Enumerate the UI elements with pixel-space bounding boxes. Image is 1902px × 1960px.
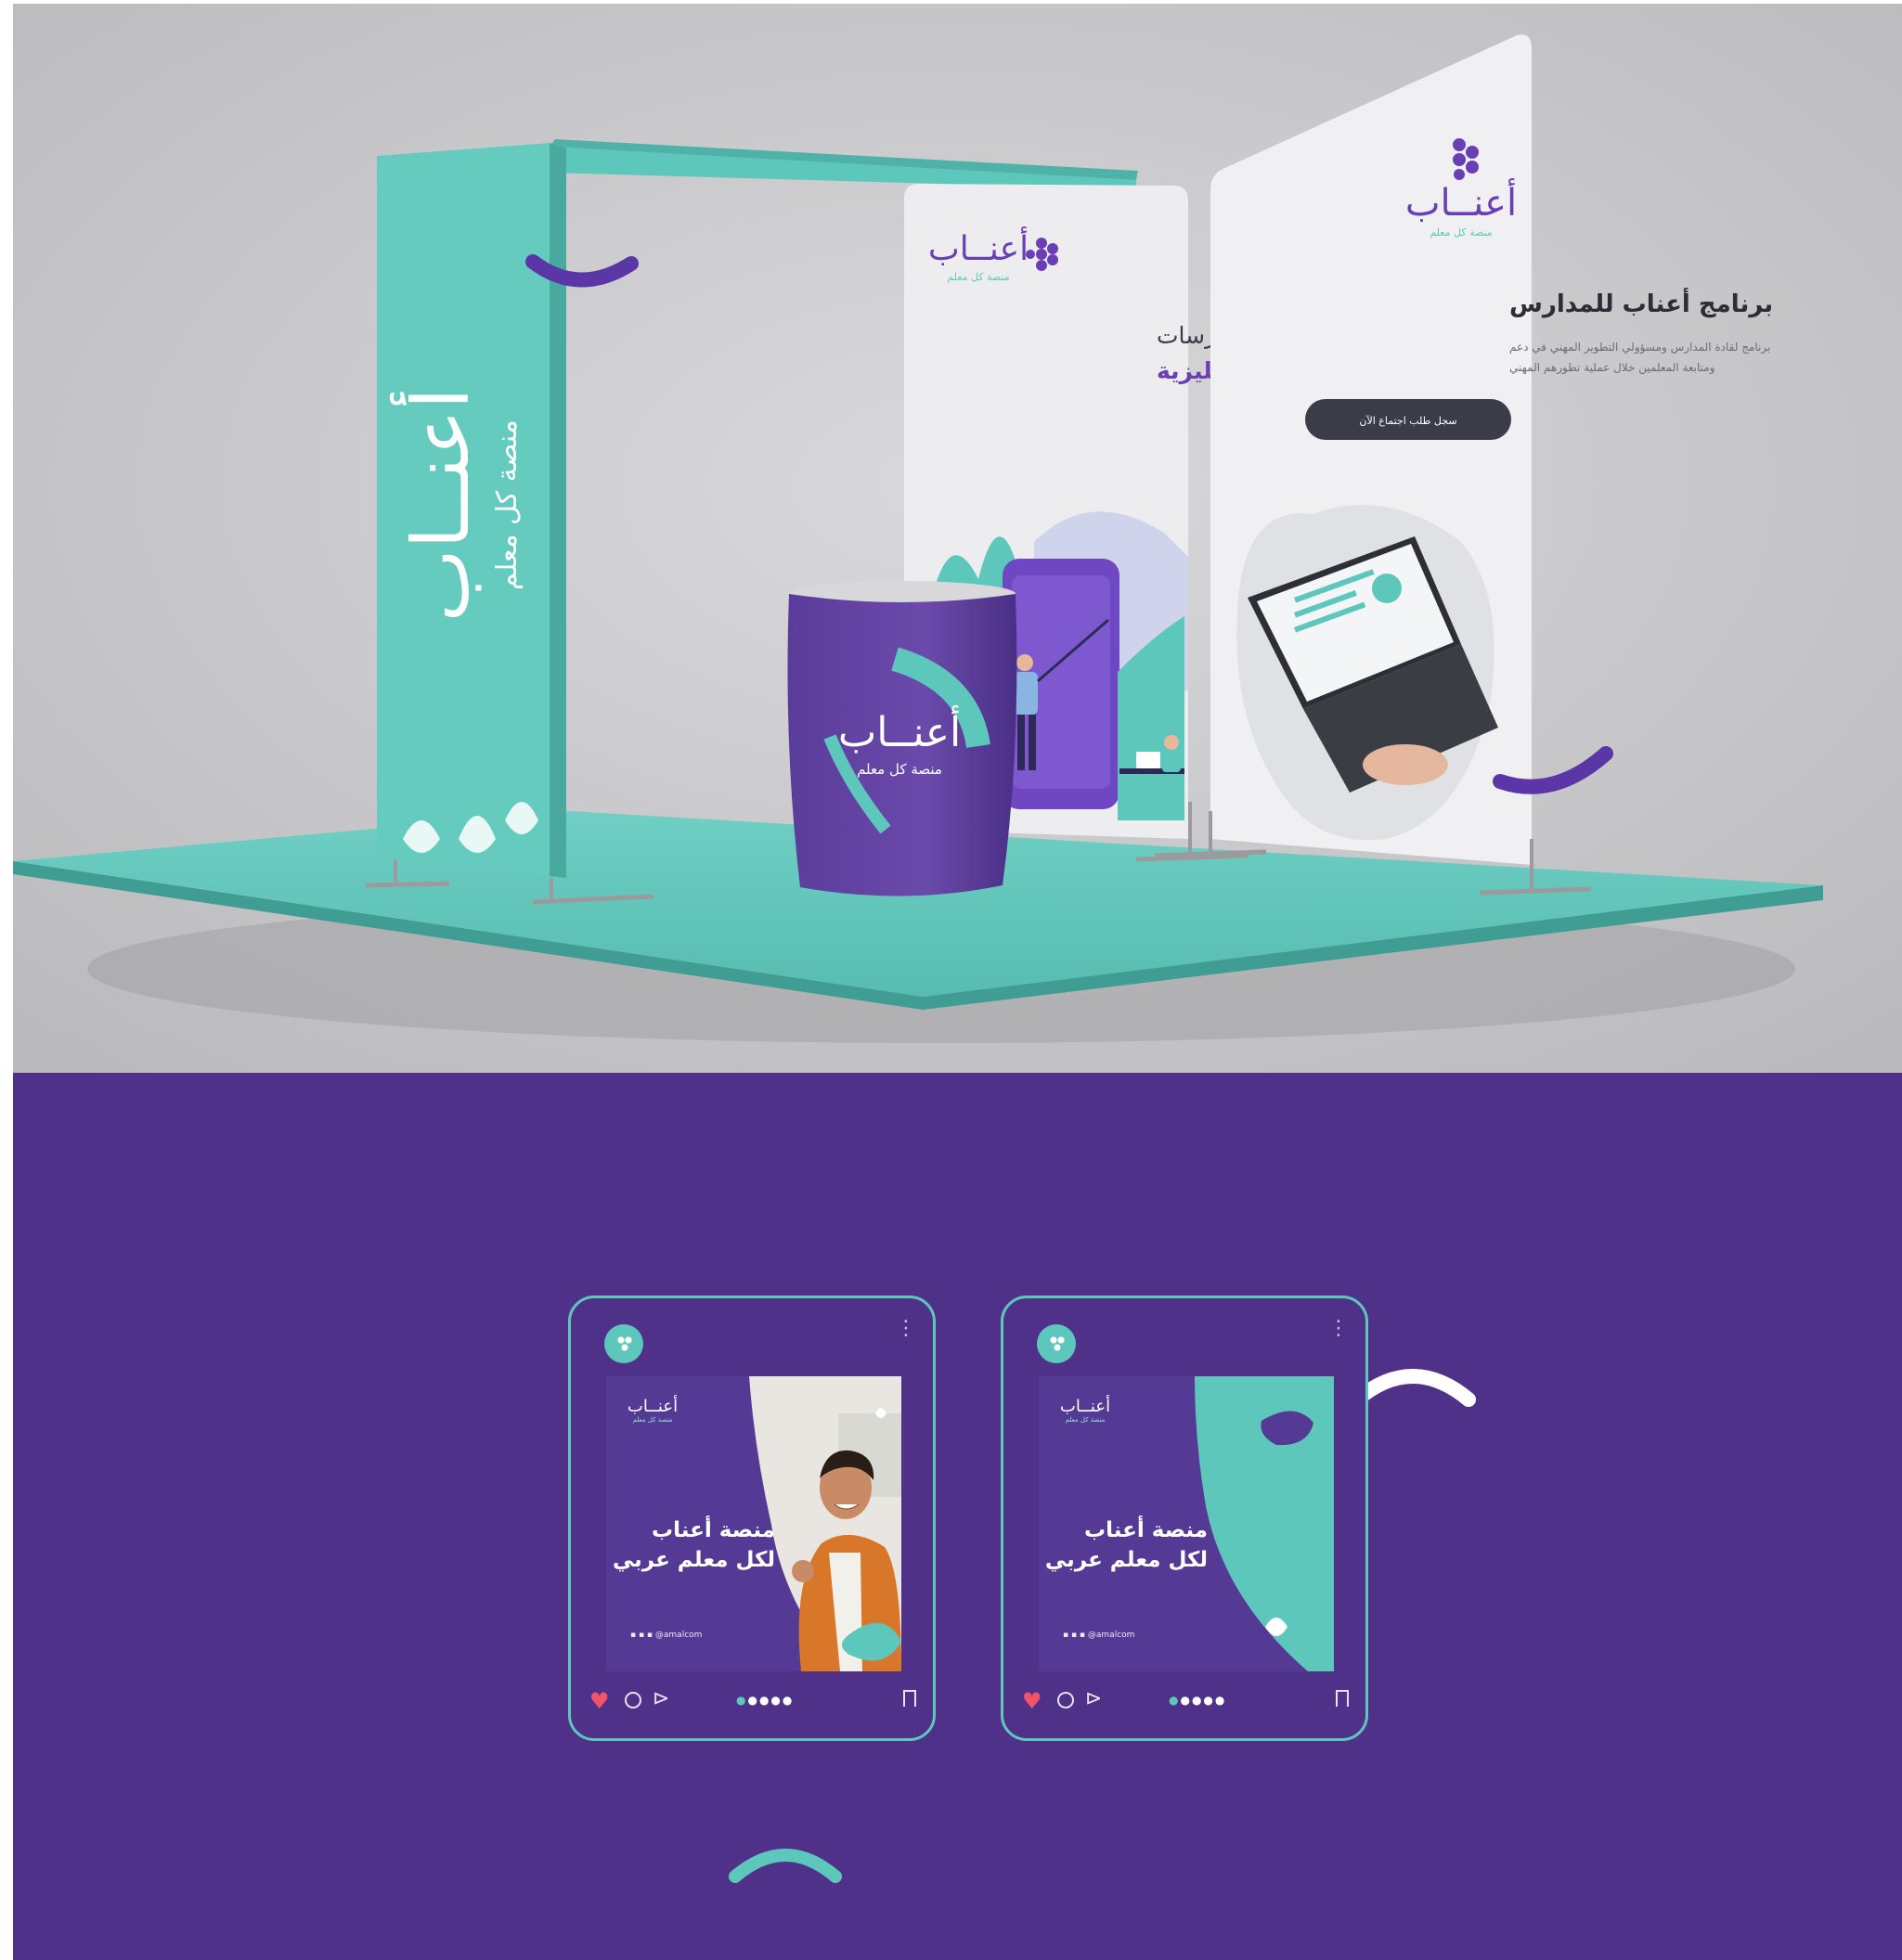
post-brand-sub: منصة كل معلم xyxy=(632,1416,673,1424)
carousel-dots-icon: ●●●●● xyxy=(736,1694,795,1707)
post-actions-bar: ♥ ⊳ ●●●●● xyxy=(1022,1684,1349,1712)
profile-avatar-icon[interactable] xyxy=(1037,1324,1076,1363)
podium: أعنــاب منصة كل معلم xyxy=(787,581,1017,896)
post-headline-line1: منصة أعناب xyxy=(652,1518,775,1542)
post-handle: ▪ ▪ ▪ @amalcom xyxy=(1063,1631,1135,1640)
social-post-card: ⋮ أعنــاب منصة كل معلم منصة أعناب لكل مع… xyxy=(1001,1296,1368,1741)
post-brand-name: أعنــاب xyxy=(1059,1397,1111,1416)
side-banner-tagline: منصة كل معلم xyxy=(491,419,524,590)
register-meeting-button-label: سجل طلب اجتماع الآن xyxy=(1359,415,1456,427)
middle-panel-brand: أعنــاب xyxy=(928,226,1029,268)
bookmark-icon[interactable] xyxy=(1336,1690,1349,1712)
post-handle: ▪ ▪ ▪ @amalcom xyxy=(630,1631,703,1640)
podium-brand: أعنــاب xyxy=(838,705,961,756)
booth-illustration: أعنــاب منصة كل معلم أعنــاب منصة كل معل… xyxy=(13,4,1902,1073)
post-handle-text: @amalcom xyxy=(654,1631,703,1640)
podium-tagline: منصة كل معلم xyxy=(857,761,942,778)
send-icon[interactable]: ⊳ xyxy=(1085,1688,1102,1710)
post-headline-line1: منصة أعناب xyxy=(1084,1518,1208,1542)
carousel-dots-icon: ●●●●● xyxy=(1169,1694,1227,1707)
post-headline: منصة أعناب لكل معلم عربي xyxy=(1039,1515,1208,1575)
heart-icon[interactable]: ♥ xyxy=(589,1690,610,1712)
kebab-menu-icon[interactable]: ⋮ xyxy=(896,1319,916,1339)
right-panel-body-line1: برنامج لقادة المدارس ومسؤولي التطوير الم… xyxy=(1509,341,1770,355)
post-brand-name: أعنــاب xyxy=(627,1397,679,1416)
post-brand: أعنــاب منصة كل معلم xyxy=(623,1397,682,1424)
profile-avatar-icon[interactable] xyxy=(604,1324,643,1363)
bookmark-icon[interactable] xyxy=(903,1690,916,1712)
social-post-card: ⋮ أعنــاب منصة كل معلم منصة أعناب لكل مع… xyxy=(568,1296,936,1741)
right-panel-body-line2: ومتابعة المعلمين خلال عملية تطورهم المهن… xyxy=(1509,361,1715,375)
post-handle-text: @amalcom xyxy=(1087,1631,1135,1640)
send-icon[interactable]: ⊳ xyxy=(653,1688,669,1710)
heart-icon[interactable]: ♥ xyxy=(1022,1690,1042,1712)
social-posts-section: ⋮ أعنــاب منصة كل معلم منصة أعناب لكل مع… xyxy=(13,1073,1902,1960)
booth-mockup-scene: أعنــاب منصة كل معلم أعنــاب منصة كل معل… xyxy=(13,4,1902,1073)
post-image[interactable]: أعنــاب منصة كل معلم منصة أعناب لكل معلم… xyxy=(1039,1376,1334,1671)
teal-arc-decoration xyxy=(729,1849,842,1883)
post-headline: منصة أعناب لكل معلم عربي xyxy=(606,1515,775,1575)
comment-icon[interactable] xyxy=(1057,1692,1074,1709)
middle-panel-brand-sub: منصة كل معلم xyxy=(947,271,1009,283)
side-banner-brand: أعنــاب xyxy=(390,388,486,623)
right-panel-brand-sub: منصة كل معلم xyxy=(1430,226,1492,239)
post-brand: أعنــاب منصة كل معلم xyxy=(1055,1397,1115,1424)
post-actions-bar: ♥ ⊳ ●●●●● xyxy=(589,1684,916,1712)
comment-icon[interactable] xyxy=(625,1692,641,1709)
right-panel-title: برنامج أعناب للمدارس xyxy=(1509,288,1773,318)
post-headline-line2: لكل معلم عربي xyxy=(1044,1548,1208,1572)
post-image[interactable]: أعنــاب منصة كل معلم منصة أعناب لكل معلم… xyxy=(606,1376,901,1671)
kebab-menu-icon[interactable]: ⋮ xyxy=(1328,1319,1349,1339)
right-panel-brand: أعنــاب xyxy=(1405,178,1517,225)
post-brand-sub: منصة كل معلم xyxy=(1065,1416,1106,1424)
post-headline-line2: لكل معلم عربي xyxy=(612,1548,775,1572)
